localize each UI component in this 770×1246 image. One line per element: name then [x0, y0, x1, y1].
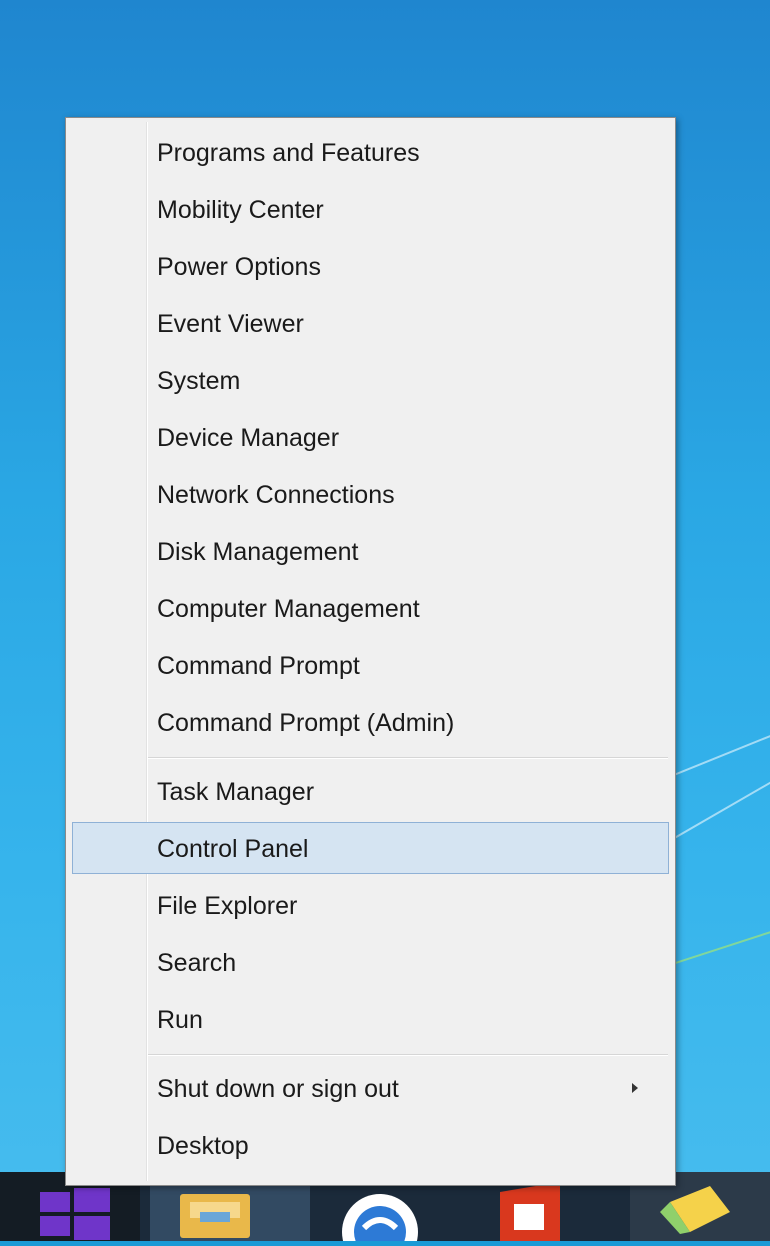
menu-item-computer-management[interactable]: Computer Management — [72, 582, 669, 634]
menu-item-label: Control Panel — [157, 835, 308, 864]
menu-item-network-connections[interactable]: Network Connections — [72, 468, 669, 520]
menu-item-label: Computer Management — [157, 595, 420, 624]
menu-item-label: Shut down or sign out — [157, 1075, 399, 1104]
menu-item-label: Desktop — [157, 1132, 249, 1161]
menu-item-label: Mobility Center — [157, 196, 324, 225]
menu-item-label: Run — [157, 1006, 203, 1035]
winx-context-menu: Programs and Features Mobility Center Powe… — [65, 117, 676, 1186]
menu-item-label: Command Prompt — [157, 652, 360, 681]
menu-item-device-manager[interactable]: Device Manager — [72, 411, 669, 463]
submenu-arrow-icon — [632, 1083, 638, 1093]
menu-item-search[interactable]: Search — [72, 936, 669, 988]
menu-separator — [148, 757, 668, 759]
menu-item-task-manager[interactable]: Task Manager — [72, 765, 669, 817]
windows-logo-icon — [40, 1186, 110, 1238]
menu-item-desktop[interactable]: Desktop — [72, 1119, 669, 1171]
menu-item-label: Power Options — [157, 253, 321, 282]
menu-item-command-prompt[interactable]: Command Prompt — [72, 639, 669, 691]
menu-item-run[interactable]: Run — [72, 993, 669, 1045]
menu-item-label: Task Manager — [157, 778, 314, 807]
menu-item-label: Disk Management — [157, 538, 358, 567]
menu-item-shut-down-or-sign-out[interactable]: Shut down or sign out — [72, 1062, 669, 1114]
menu-item-programs-and-features[interactable]: Programs and Features — [72, 126, 669, 178]
menu-item-command-prompt-admin[interactable]: Command Prompt (Admin) — [72, 696, 669, 748]
menu-item-label: Search — [157, 949, 236, 978]
menu-item-control-panel[interactable]: Control Panel — [72, 822, 669, 874]
menu-item-label: Device Manager — [157, 424, 339, 453]
menu-separator — [148, 1054, 668, 1056]
menu-item-label: File Explorer — [157, 892, 297, 921]
menu-item-mobility-center[interactable]: Mobility Center — [72, 183, 669, 235]
menu-item-label: Event Viewer — [157, 310, 304, 339]
menu-item-label: Programs and Features — [157, 139, 420, 168]
menu-item-power-options[interactable]: Power Options — [72, 240, 669, 292]
menu-item-system[interactable]: System — [72, 354, 669, 406]
menu-item-event-viewer[interactable]: Event Viewer — [72, 297, 669, 349]
menu-item-file-explorer[interactable]: File Explorer — [72, 879, 669, 931]
menu-item-disk-management[interactable]: Disk Management — [72, 525, 669, 577]
menu-item-label: System — [157, 367, 240, 396]
menu-item-label: Network Connections — [157, 481, 395, 510]
menu-item-label: Command Prompt (Admin) — [157, 709, 454, 738]
